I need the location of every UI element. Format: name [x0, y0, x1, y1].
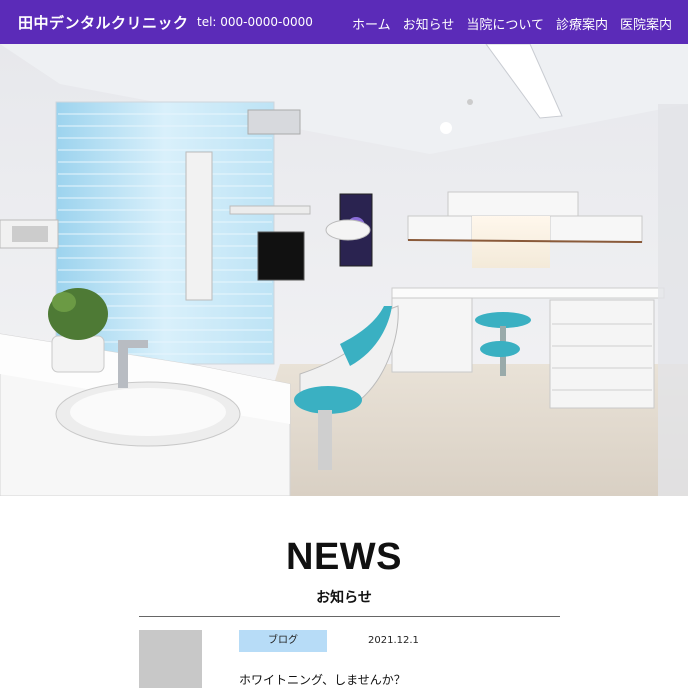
clinic-logo[interactable]: 田中デンタルクリニック — [18, 12, 189, 33]
nav-home[interactable]: ホーム — [352, 14, 391, 33]
nav-clinic-info[interactable]: 医院案内 — [620, 14, 672, 33]
news-item-thumbnail[interactable] — [139, 630, 202, 688]
clinic-photo — [0, 44, 688, 496]
news-item-category-badge[interactable]: ブログ — [239, 630, 327, 652]
nav-services[interactable]: 診療案内 — [556, 14, 608, 33]
nav-news[interactable]: お知らせ — [403, 14, 455, 33]
phone-number[interactable]: tel: 000-0000-0000 — [197, 15, 313, 29]
site-header: 田中デンタルクリニック tel: 000-0000-0000 ホーム お知らせ … — [0, 0, 688, 44]
news-title: NEWS — [286, 536, 402, 578]
nav-about[interactable]: 当院について — [466, 14, 544, 33]
news-divider — [139, 616, 560, 617]
news-item-date: 2021.12.1 — [368, 635, 419, 646]
news-subtitle: お知らせ — [316, 590, 372, 606]
news-item-headline[interactable]: ホワイトニング、しませんか？ — [239, 671, 406, 688]
main-nav: ホーム お知らせ 当院について 診療案内 医院案内 — [352, 14, 672, 33]
hero-image — [0, 44, 688, 496]
